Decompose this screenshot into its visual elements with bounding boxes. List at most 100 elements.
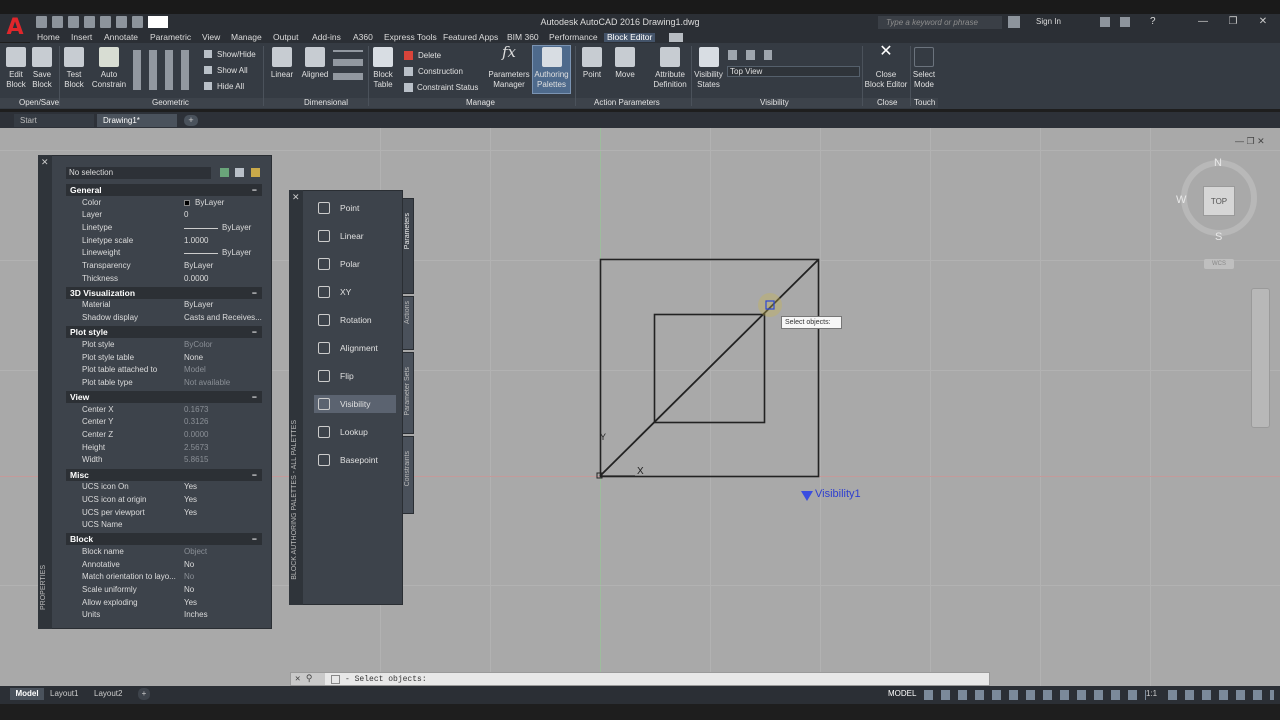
status-tools[interactable] [1168, 690, 1274, 700]
viewport-controls[interactable]: — ❐ ✕ [1235, 136, 1265, 147]
layout1-tab[interactable]: Layout1 [50, 688, 78, 700]
hide-all-button[interactable]: Hide All [217, 82, 244, 91]
keyword-search-input[interactable]: Type a keyword or phrase [878, 16, 1002, 29]
test-block-button[interactable]: Test Block [62, 47, 86, 90]
model-space-toggle[interactable]: MODEL [888, 688, 916, 700]
property-row[interactable]: Shadow display Casts and Receives... [66, 312, 262, 325]
viewcube-top-face[interactable]: TOP [1203, 186, 1235, 216]
close-icon[interactable]: ✕ [1248, 15, 1278, 29]
property-value[interactable]: Yes [184, 597, 197, 610]
palette-item-alignment[interactable]: Alignment [314, 339, 396, 357]
section-header-view[interactable]: View − [66, 391, 262, 404]
property-row[interactable]: Block name Object [66, 546, 262, 559]
navigation-bar[interactable] [1251, 288, 1270, 428]
palette-item-basepoint[interactable]: Basepoint [314, 451, 396, 469]
visibility-parameter-label[interactable]: Visibility1 [815, 488, 861, 500]
property-value[interactable]: 0.0000 [184, 429, 208, 442]
tab-parametric[interactable]: Parametric [150, 33, 191, 42]
tab-home[interactable]: Home [37, 33, 60, 42]
select-objects-icon[interactable] [235, 168, 244, 177]
palette-item-linear[interactable]: Linear [314, 227, 396, 245]
property-row[interactable]: Scale uniformly No [66, 584, 262, 597]
property-value[interactable]: ByLayer [184, 299, 213, 312]
close-block-editor-button[interactable]: ✕ Close Block Editor [863, 44, 909, 90]
compass-north[interactable]: N [1214, 157, 1222, 169]
visibility-mode-icons[interactable] [728, 50, 772, 60]
group-touch[interactable]: Touch [914, 98, 935, 107]
palette-item-flip[interactable]: Flip [314, 367, 396, 385]
property-row[interactable]: Color ByLayer [66, 197, 262, 210]
save-as-icon[interactable] [84, 16, 95, 28]
redo-icon[interactable] [132, 16, 143, 28]
property-value[interactable]: 0.3126 [184, 416, 208, 429]
print-icon[interactable] [100, 16, 111, 28]
ribbon-options-icon[interactable] [669, 33, 683, 42]
geometric-constraints-icons[interactable] [133, 50, 191, 90]
property-row[interactable]: Plot table attached to Model [66, 364, 262, 377]
construction-button[interactable]: Construction [418, 67, 463, 76]
property-row[interactable]: Match orientation to layo... No [66, 571, 262, 584]
group-dimensional[interactable]: Dimensional [304, 98, 348, 107]
dimensional-icons[interactable] [333, 50, 363, 80]
workspace-dropdown[interactable] [148, 16, 168, 28]
property-row[interactable]: Lineweight ByLayer [66, 247, 262, 260]
select-mode-button[interactable]: Select Mode [911, 47, 937, 90]
palette-tab-parameter-sets[interactable]: Parameter Sets [402, 352, 414, 434]
property-row[interactable]: Layer 0 [66, 209, 262, 222]
property-row[interactable]: UCS Name [66, 519, 262, 532]
new-tab-button[interactable]: + [184, 115, 198, 126]
palette-item-rotation[interactable]: Rotation [314, 311, 396, 329]
property-row[interactable]: Plot style ByColor [66, 339, 262, 352]
properties-titlebar[interactable] [38, 155, 52, 629]
block-geometry[interactable] [590, 250, 830, 490]
tab-view[interactable]: View [202, 33, 220, 42]
property-row[interactable]: UCS per viewport Yes [66, 507, 262, 520]
toggle-pickadd-icon[interactable] [220, 168, 229, 177]
property-value[interactable]: Not available [184, 377, 230, 390]
property-row[interactable]: Material ByLayer [66, 299, 262, 312]
show-all-button[interactable]: Show All [217, 66, 248, 75]
collapse-icon[interactable]: − [252, 391, 257, 403]
command-line[interactable]: ✕ ⚲ - Select objects: [290, 672, 990, 686]
palette-item-polar[interactable]: Polar [314, 255, 396, 273]
property-row[interactable]: Width 5.8615 [66, 454, 262, 467]
palette-tab-constraints[interactable]: Constraints [402, 436, 414, 514]
tab-drawing1[interactable]: Drawing1* [97, 114, 177, 127]
group-manage[interactable]: Manage [466, 98, 495, 107]
minimize-icon[interactable]: — [1188, 15, 1218, 29]
property-row[interactable]: Linetype ByLayer [66, 222, 262, 235]
quick-select-icon[interactable] [251, 168, 260, 177]
property-value[interactable]: Object [184, 546, 207, 559]
property-value[interactable]: Casts and Receives... [184, 312, 262, 325]
restore-icon[interactable]: ❐ [1218, 15, 1248, 29]
tab-featured-apps[interactable]: Featured Apps [443, 33, 498, 42]
property-value[interactable]: ByLayer [222, 247, 251, 260]
close-icon[interactable]: ✕ [41, 157, 49, 168]
section-header-block[interactable]: Block − [66, 533, 262, 546]
compass-south[interactable]: S [1215, 231, 1222, 243]
property-value[interactable]: No [184, 584, 194, 597]
open-icon[interactable] [52, 16, 63, 28]
property-row[interactable]: Linetype scale 1.0000 [66, 235, 262, 248]
group-action-parameters[interactable]: Action Parameters [594, 98, 660, 107]
new-icon[interactable] [36, 16, 47, 28]
property-value[interactable]: ByLayer [195, 197, 224, 210]
status-toggles[interactable] [924, 690, 1146, 700]
save-icon[interactable] [68, 16, 79, 28]
a360-icon[interactable] [1120, 17, 1130, 27]
property-row[interactable]: Center Y 0.3126 [66, 416, 262, 429]
property-value[interactable]: 2.5673 [184, 442, 208, 455]
property-value[interactable]: 1.0000 [184, 235, 208, 248]
group-geometric[interactable]: Geometric [152, 98, 189, 107]
property-value[interactable]: ByLayer [222, 222, 251, 235]
exchange-icon[interactable] [1100, 17, 1110, 27]
collapse-icon[interactable]: − [252, 469, 257, 481]
tab-a360[interactable]: A360 [353, 33, 373, 42]
property-row[interactable]: UCS icon at origin Yes [66, 494, 262, 507]
move-action-button[interactable]: Move [612, 47, 638, 80]
property-row[interactable]: Center X 0.1673 [66, 404, 262, 417]
property-row[interactable]: Units Inches [66, 609, 262, 622]
application-menu-button[interactable]: A [0, 14, 30, 42]
collapse-icon[interactable]: − [252, 287, 257, 299]
property-row[interactable]: Height 2.5673 [66, 442, 262, 455]
